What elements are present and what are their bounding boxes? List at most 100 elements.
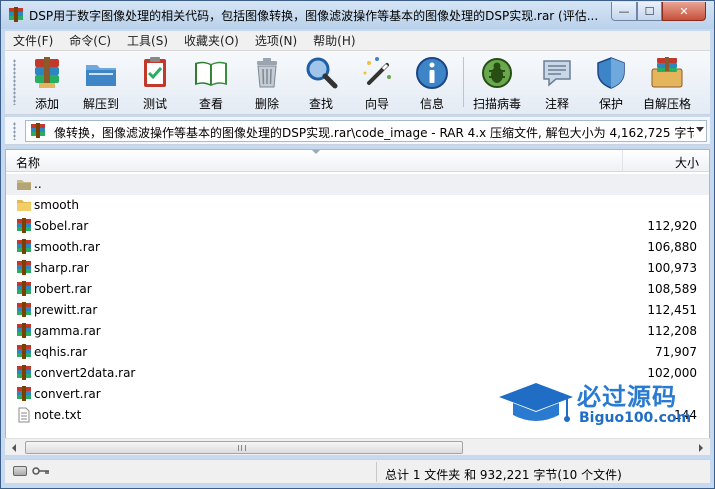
file-row-folder[interactable]: smooth xyxy=(6,195,709,216)
file-row[interactable]: Sobel.rar 112,920 xyxy=(6,216,709,237)
file-size: 108,589 xyxy=(647,282,697,296)
arrow-left-icon xyxy=(12,443,16,452)
window-title: DSP用于数字图像处理的相关代码，包括图像转换，图像滤波操作等基本的图像处理的D… xyxy=(29,9,599,23)
scroll-right-button[interactable] xyxy=(693,440,709,455)
horizontal-scrollbar[interactable] xyxy=(5,438,710,455)
add-button[interactable]: 添加 xyxy=(21,53,73,113)
file-name: sharp.rar xyxy=(34,261,89,275)
maximize-button[interactable]: ☐ xyxy=(637,2,662,21)
add-label: 添加 xyxy=(34,97,59,111)
file-row[interactable]: smooth.rar 106,880 xyxy=(6,237,709,258)
column-size-label: 大小 xyxy=(674,156,699,170)
rar-file-icon xyxy=(17,365,31,380)
file-name: eqhis.rar xyxy=(34,345,88,359)
book-icon xyxy=(195,61,227,86)
arrow-right-icon xyxy=(699,443,703,452)
menu-options[interactable]: 选项(N) xyxy=(247,31,305,51)
magic-wand-icon xyxy=(363,57,391,85)
virus-scan-label: 扫描病毒 xyxy=(472,97,521,111)
view-button[interactable]: 查看 xyxy=(185,53,237,113)
toolbar: 添加 解压到 测试 查看 删除 查找 向导 信息 扫描病毒 注释 保护 自解压格 xyxy=(5,51,710,115)
menu-file[interactable]: 文件(F) xyxy=(5,31,61,51)
file-row[interactable]: prewitt.rar 112,451 xyxy=(6,300,709,321)
menu-tools[interactable]: 工具(S) xyxy=(119,31,176,51)
drive-icon[interactable] xyxy=(13,466,27,476)
file-name: note.txt xyxy=(34,408,82,422)
find-button[interactable]: 查找 xyxy=(295,53,347,113)
watermark: 必过源码 Biguo100.com xyxy=(497,373,703,433)
path-field[interactable]: 像转换，图像滤波操作等基本的图像处理的DSP实现.rar\code_image … xyxy=(25,120,707,142)
watermark-en-text: Biguo100.com xyxy=(579,410,692,426)
column-name-label: 名称 xyxy=(16,156,41,170)
rar-file-icon xyxy=(17,239,31,254)
file-name: convert.rar xyxy=(34,387,101,401)
file-row[interactable]: robert.rar 108,589 xyxy=(6,279,709,300)
path-text: 像转换，图像滤波操作等基本的图像处理的DSP实现.rar\code_image … xyxy=(54,126,694,140)
file-row[interactable]: eqhis.rar 71,907 xyxy=(6,342,709,363)
shield-icon xyxy=(597,57,625,89)
file-row[interactable]: gamma.rar 112,208 xyxy=(6,321,709,342)
sfx-label: 自解压格 xyxy=(642,97,691,111)
file-name: smooth.rar xyxy=(34,240,100,254)
rar-file-icon xyxy=(17,218,31,233)
test-button[interactable]: 测试 xyxy=(129,53,181,113)
test-label: 测试 xyxy=(142,97,167,111)
file-name: gamma.rar xyxy=(34,324,101,338)
file-name: convert2data.rar xyxy=(34,366,136,380)
add-archive-icon xyxy=(35,57,59,88)
title-bar[interactable]: DSP用于数字图像处理的相关代码，包括图像转换，图像滤波操作等基本的图像处理的D… xyxy=(1,1,714,29)
close-button[interactable]: ✕ xyxy=(662,2,706,21)
file-size: 100,973 xyxy=(647,261,697,275)
list-header: 名称 大小 xyxy=(6,150,709,172)
delete-button[interactable]: 删除 xyxy=(241,53,293,113)
status-left-pane xyxy=(5,462,377,482)
bug-icon xyxy=(482,58,512,88)
virus-scan-button[interactable]: 扫描病毒 xyxy=(471,53,523,113)
file-size: 71,907 xyxy=(655,345,697,359)
menu-help[interactable]: 帮助(H) xyxy=(305,31,363,51)
info-button[interactable]: 信息 xyxy=(406,53,458,113)
rar-file-icon xyxy=(17,260,31,275)
wizard-button[interactable]: 向导 xyxy=(351,53,403,113)
graduation-cap-icon xyxy=(499,383,573,422)
extract-to-label: 解压到 xyxy=(82,97,119,111)
column-header-size[interactable]: 大小 xyxy=(624,150,709,172)
sfx-button[interactable]: 自解压格 xyxy=(641,53,693,113)
extract-to-button[interactable]: 解压到 xyxy=(75,53,127,113)
self-extracting-archive-icon xyxy=(651,57,683,88)
address-bar-grip[interactable] xyxy=(13,122,16,140)
column-header-name[interactable]: 名称 xyxy=(6,150,623,172)
key-icon[interactable] xyxy=(32,466,50,476)
protect-button[interactable]: 保护 xyxy=(585,53,637,113)
rar-file-icon xyxy=(17,344,31,359)
menu-favorites[interactable]: 收藏夹(O) xyxy=(176,31,247,51)
status-bar: 总计 1 文件夹 和 932,221 字节(10 个文件) xyxy=(5,459,710,483)
delete-label: 删除 xyxy=(254,97,279,111)
file-row-parent[interactable]: .. xyxy=(6,174,709,195)
chevron-down-icon[interactable] xyxy=(696,127,704,132)
winrar-app-icon xyxy=(9,7,23,22)
watermark-cn-text: 必过源码 xyxy=(577,383,677,411)
file-size: 112,451 xyxy=(647,303,697,317)
status-summary: 总计 1 文件夹 和 932,221 字节(10 个文件) xyxy=(385,468,622,482)
toolbar-separator xyxy=(463,57,464,107)
minimize-button[interactable]: — xyxy=(611,2,637,21)
view-label: 查看 xyxy=(198,97,223,111)
file-row[interactable]: sharp.rar 100,973 xyxy=(6,258,709,279)
scrollbar-thumb[interactable] xyxy=(25,441,463,454)
info-icon xyxy=(416,57,448,89)
rar-file-icon xyxy=(17,323,31,338)
wizard-label: 向导 xyxy=(364,97,389,111)
rar-file-icon xyxy=(17,386,31,401)
rar-file-icon xyxy=(17,281,31,296)
file-name: robert.rar xyxy=(34,282,92,296)
scroll-left-button[interactable] xyxy=(6,440,22,455)
info-label: 信息 xyxy=(419,97,444,111)
file-size: 106,880 xyxy=(647,240,697,254)
toolbar-grip[interactable] xyxy=(13,59,16,105)
protect-label: 保护 xyxy=(598,97,623,111)
file-name: Sobel.rar xyxy=(34,219,89,233)
winrar-window: DSP用于数字图像处理的相关代码，包括图像转换，图像滤波操作等基本的图像处理的D… xyxy=(0,0,715,489)
menu-commands[interactable]: 命令(C) xyxy=(61,31,119,51)
comment-button[interactable]: 注释 xyxy=(531,53,583,113)
